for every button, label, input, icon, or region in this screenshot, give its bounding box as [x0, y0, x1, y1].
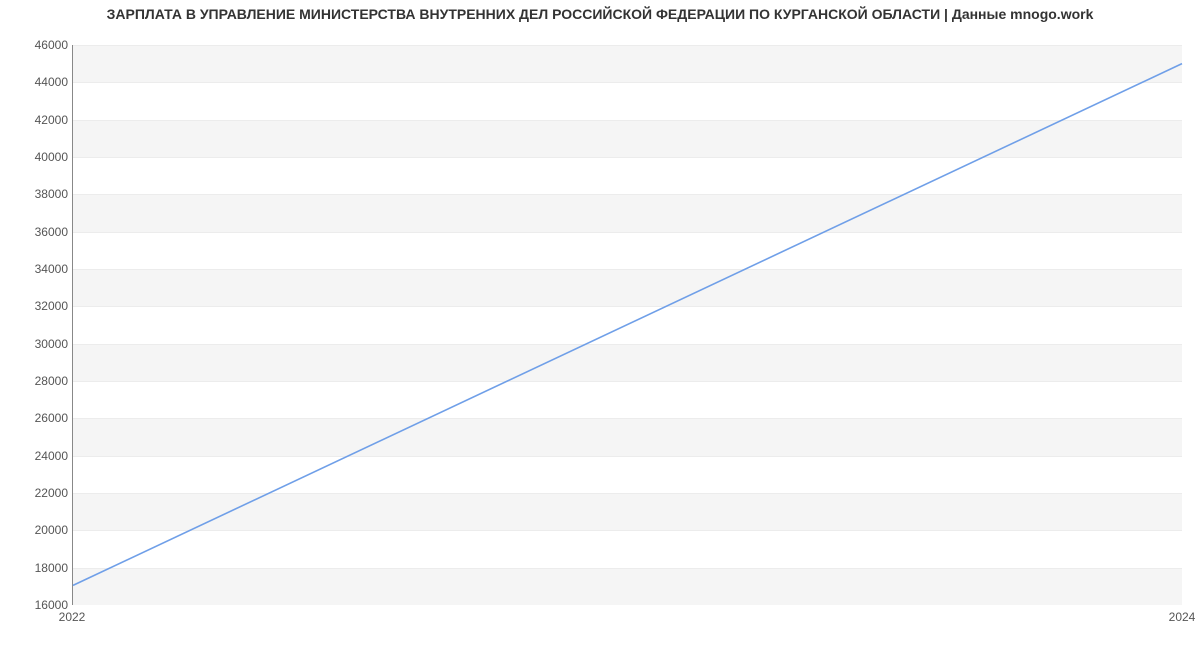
data-line: [73, 64, 1182, 586]
x-tick-label: 2022: [59, 610, 86, 624]
y-tick-label: 22000: [13, 486, 68, 500]
y-tick-label: 26000: [13, 411, 68, 425]
y-tick-label: 42000: [13, 113, 68, 127]
y-tick-label: 36000: [13, 225, 68, 239]
y-tick-label: 38000: [13, 187, 68, 201]
y-tick-label: 34000: [13, 262, 68, 276]
plot-area: [72, 45, 1182, 605]
y-tick-label: 32000: [13, 299, 68, 313]
y-tick-label: 18000: [13, 561, 68, 575]
y-tick-label: 28000: [13, 374, 68, 388]
chart-title: ЗАРПЛАТА В УПРАВЛЕНИЕ МИНИСТЕРСТВА ВНУТР…: [0, 6, 1200, 22]
chart-container: ЗАРПЛАТА В УПРАВЛЕНИЕ МИНИСТЕРСТВА ВНУТР…: [0, 0, 1200, 650]
line-series-layer: [73, 45, 1182, 604]
y-tick-label: 46000: [13, 38, 68, 52]
y-tick-label: 30000: [13, 337, 68, 351]
y-tick-label: 20000: [13, 523, 68, 537]
y-tick-label: 44000: [13, 75, 68, 89]
y-tick-label: 24000: [13, 449, 68, 463]
x-tick-label: 2024: [1169, 610, 1196, 624]
y-tick-label: 40000: [13, 150, 68, 164]
